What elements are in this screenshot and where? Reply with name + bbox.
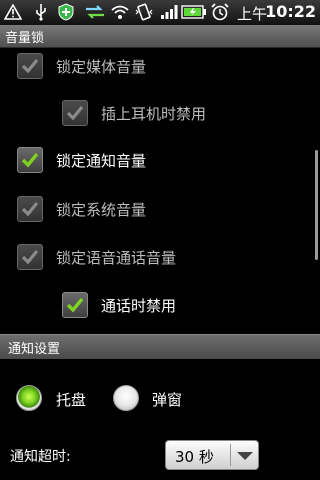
wifi-icon xyxy=(110,3,130,21)
scrollbar[interactable] xyxy=(315,150,318,260)
setting-disable-with-headset[interactable]: 插上耳机时禁用 xyxy=(0,90,310,136)
vibrate-icon xyxy=(135,3,153,21)
timeout-value: 30 秒 xyxy=(175,448,214,466)
battery-icon xyxy=(181,3,207,21)
status-bar: 上午 10:22 xyxy=(0,0,320,25)
setting-label: 锁定通知音量 xyxy=(56,152,147,170)
radio-label-tray: 托盘 xyxy=(56,391,87,409)
checkbox[interactable] xyxy=(17,244,43,270)
setting-lock-voice-call-volume[interactable]: 锁定语音通话音量 xyxy=(0,234,310,280)
setting-label: 锁定媒体音量 xyxy=(56,58,147,76)
warning-icon xyxy=(4,3,22,21)
status-time: 10:22 xyxy=(265,2,316,21)
radio-popup[interactable] xyxy=(113,385,139,411)
section-title: 通知设置 xyxy=(8,342,61,357)
checkbox[interactable] xyxy=(17,147,43,173)
checkbox[interactable] xyxy=(17,53,43,79)
setting-disable-during-call[interactable]: 通话时禁用 xyxy=(0,282,310,328)
shield-icon xyxy=(58,3,74,21)
radio-label-popup: 弹窗 xyxy=(152,391,183,409)
setting-label: 插上耳机时禁用 xyxy=(101,105,207,123)
checkbox[interactable] xyxy=(17,196,43,222)
setting-lock-notification-volume[interactable]: 锁定通知音量 xyxy=(0,137,310,183)
setting-lock-media-volume[interactable]: 锁定媒体音量 xyxy=(0,43,310,89)
usb-icon xyxy=(34,3,48,21)
setting-lock-system-volume[interactable]: 锁定系统音量 xyxy=(0,186,310,232)
setting-label: 通话时禁用 xyxy=(101,297,177,315)
status-ampm: 上午 xyxy=(237,5,268,23)
setting-label: 锁定语音通话音量 xyxy=(56,249,177,267)
section-header-notification: 通知设置 xyxy=(0,334,320,359)
timeout-spinner[interactable]: 30 秒 xyxy=(165,440,259,470)
radio-tray[interactable] xyxy=(16,385,42,411)
setting-label: 锁定系统音量 xyxy=(56,201,147,219)
timeout-label: 通知超时: xyxy=(10,449,71,465)
chevron-down-icon xyxy=(237,452,253,460)
sync-icon xyxy=(84,3,106,21)
signal-icon xyxy=(160,3,178,21)
checkbox[interactable] xyxy=(62,292,88,318)
checkbox[interactable] xyxy=(62,100,88,126)
alarm-icon xyxy=(210,3,230,21)
spinner-divider xyxy=(230,444,231,466)
